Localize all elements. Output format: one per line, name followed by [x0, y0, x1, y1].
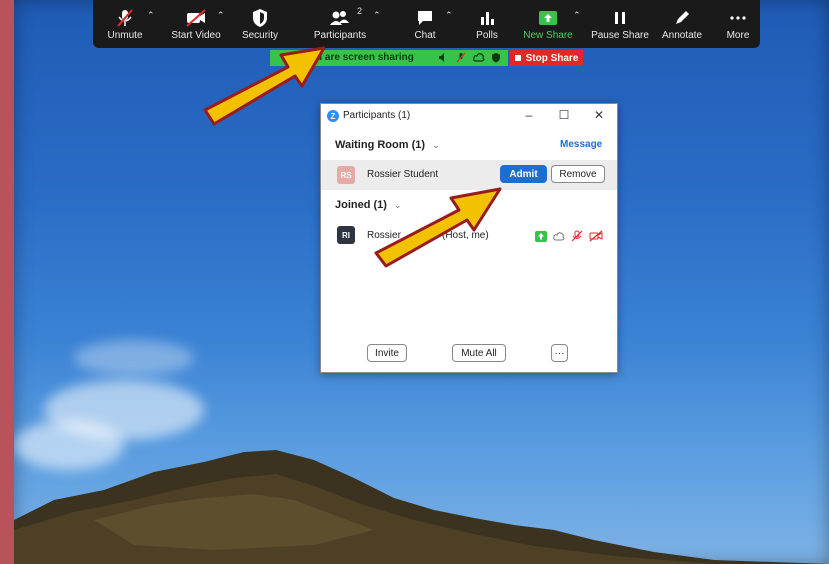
arrow-to-participants: [203, 46, 326, 126]
annotation-arrows: [203, 46, 502, 268]
arrow-to-admit: [374, 187, 502, 268]
